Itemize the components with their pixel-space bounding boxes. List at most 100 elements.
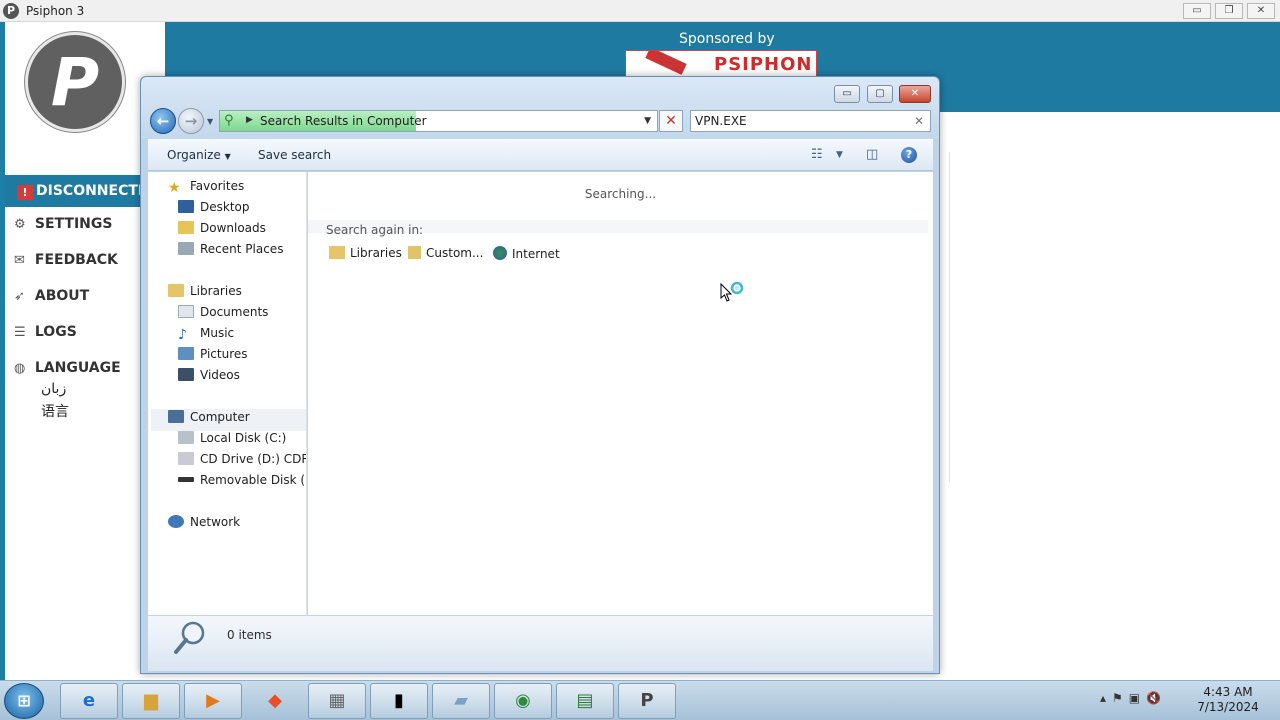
nav-item-downloads[interactable]: Downloads [178, 221, 266, 241]
custom-folder-icon [408, 246, 421, 259]
stop-search-button[interactable]: ✕ [659, 110, 683, 132]
libraries-icon [168, 284, 184, 297]
explorer-maximize-button[interactable]: ▢ [867, 85, 893, 103]
start-button[interactable]: ⊞ [4, 683, 44, 719]
nav-item-videos[interactable]: Videos [178, 368, 240, 388]
psiphon-minimize-button[interactable]: ▭ [1183, 3, 1211, 19]
search-again-internet[interactable]: Internet [493, 246, 560, 261]
psiphon-close-button[interactable]: ✕ [1247, 3, 1275, 19]
nav-language[interactable]: ◍ LANGUAGE [14, 360, 121, 382]
file-explorer-icon[interactable]: ▆ [122, 683, 180, 719]
sponsor-ad-image[interactable]: PSIPHON [625, 50, 817, 78]
globe-icon: ◍ [14, 361, 26, 376]
pictures-icon [178, 347, 194, 360]
save-search-button[interactable]: Save search [258, 148, 331, 162]
network-icon [168, 515, 184, 528]
chevron-down-icon: ▼ [224, 152, 231, 161]
speech-bubble-icon: ✉ [14, 253, 25, 268]
nav-item-local-disk[interactable]: Local Disk (C:) [178, 431, 286, 451]
address-location-text: Search Results in Computer [260, 114, 427, 128]
network-tray-icon[interactable]: ▣ [1129, 691, 1146, 705]
psiphon-window-title: Psiphon 3 [26, 4, 85, 18]
warning-icon: ! [17, 185, 33, 200]
cd-drive-icon [178, 452, 194, 465]
explorer-close-button[interactable]: ✕ [899, 85, 931, 103]
search-input[interactable] [695, 113, 905, 129]
nav-computer[interactable]: Computer [168, 410, 250, 430]
nav-network[interactable]: Network [168, 515, 240, 535]
explorer-window: ▭ ▢ ✕ ← → ▼ ⚲ ▶ Search Results in Comput… [140, 76, 940, 674]
star-icon: ★ [168, 180, 181, 196]
internet-explorer-icon[interactable]: e [60, 683, 118, 719]
psiphon-app-icon: P [3, 3, 19, 19]
nav-item-removable-disk[interactable]: Removable Disk (E:) [178, 473, 306, 493]
list-icon: ☰ [14, 325, 26, 340]
psiphon-taskbar-icon[interactable]: P [618, 683, 676, 719]
language-option-persian[interactable]: زبان [41, 381, 66, 397]
searching-status-text: Searching... [584, 187, 657, 201]
nav-about[interactable]: ➶ ABOUT [14, 288, 89, 310]
nav-item-documents[interactable]: Documents [178, 305, 268, 325]
removable-disk-icon [178, 477, 194, 482]
notebook-icon[interactable]: ▰ [432, 683, 490, 719]
search-results-pane[interactable]: Searching... Search again in: Libraries … [308, 172, 933, 615]
nav-feedback[interactable]: ✉ FEEDBACK [14, 252, 118, 274]
search-again-libraries[interactable]: Libraries [329, 246, 402, 260]
help-icon[interactable]: ? [901, 147, 917, 163]
desktop-icon [178, 200, 194, 213]
taskbar-clock[interactable]: 4:43 AM 7/13/2024 [1190, 685, 1266, 715]
hard-disk-icon [178, 431, 194, 444]
command-prompt-icon[interactable]: ▮ [370, 683, 428, 719]
nav-item-music[interactable]: ♪ Music [178, 326, 234, 346]
task-manager-icon[interactable]: ▤ [556, 683, 614, 719]
change-view-icon[interactable]: ☷ [811, 147, 823, 162]
volume-muted-icon[interactable]: 🔇 [1146, 691, 1167, 705]
preview-pane-icon[interactable]: ◫ [866, 147, 878, 162]
search-again-label: Search again in: [326, 223, 424, 237]
nav-item-recent-places[interactable]: Recent Places [178, 242, 283, 262]
nav-settings[interactable]: ⚙ SETTINGS [14, 216, 112, 238]
downloads-folder-icon [178, 221, 194, 234]
psiphon-logo: P [25, 32, 125, 132]
gear-icon: ⚙ [14, 217, 26, 232]
forward-button[interactable]: → [178, 108, 204, 134]
system-tray[interactable]: ▴⚑▣🔇 [1100, 691, 1180, 711]
brave-browser-icon[interactable]: ◆ [246, 683, 304, 719]
computer-icon [168, 410, 184, 423]
clock-date: 7/13/2024 [1197, 700, 1259, 714]
nav-favorites[interactable]: ★ Favorites [168, 179, 244, 199]
nav-item-pictures[interactable]: Pictures [178, 347, 248, 367]
action-center-flag-icon[interactable]: ⚑ [1112, 691, 1129, 705]
navigation-pane: ★ Favorites Desktop Downloads Recent Plac… [148, 172, 307, 615]
taskbar: ⊞ e ▆ ▶ ◆ ▦ ▮ ▰ ◉ ▤ P ▴⚑▣🔇 4:43 AM 7/13/… [0, 680, 1280, 720]
clock-time: 4:43 AM [1203, 685, 1253, 699]
breadcrumb-arrow-icon[interactable]: ▶ [246, 115, 253, 125]
organize-button[interactable]: Organize ▼ [167, 148, 231, 162]
recent-pages-dropdown-icon[interactable]: ▼ [207, 117, 213, 126]
search-again-custom[interactable]: Custom... [408, 246, 483, 260]
firewall-icon[interactable]: ▦ [308, 683, 366, 719]
nav-libraries[interactable]: Libraries [168, 284, 242, 304]
music-icon: ♪ [178, 327, 187, 343]
clear-search-icon[interactable]: ✕ [914, 114, 924, 128]
network-globe-icon[interactable]: ◉ [494, 683, 552, 719]
details-status-bar: 0 items [148, 615, 933, 671]
documents-icon [178, 305, 194, 318]
language-option-chinese[interactable]: 语言 [41, 401, 69, 421]
nav-logs[interactable]: ☰ LOGS [14, 324, 77, 346]
internet-globe-icon [493, 246, 507, 260]
explorer-minimize-button[interactable]: ▭ [834, 85, 860, 103]
view-options-dropdown-icon[interactable]: ▼ [836, 150, 843, 160]
address-dropdown-icon[interactable]: ▼ [644, 116, 651, 126]
address-bar[interactable]: ⚲ ▶ Search Results in Computer ▼ [219, 110, 658, 132]
nav-item-cd-drive[interactable]: CD Drive (D:) CDROM [178, 452, 306, 472]
magnifier-icon [174, 621, 205, 654]
show-hidden-icons-icon[interactable]: ▴ [1100, 691, 1112, 705]
nav-item-desktop[interactable]: Desktop [178, 200, 250, 220]
back-button[interactable]: ← [150, 108, 176, 134]
libraries-icon [329, 246, 345, 259]
psiphon-restore-button[interactable]: ❐ [1215, 3, 1243, 19]
item-count: 0 items [227, 628, 272, 642]
media-player-icon[interactable]: ▶ [184, 683, 242, 719]
search-box[interactable]: ✕ [690, 110, 931, 132]
